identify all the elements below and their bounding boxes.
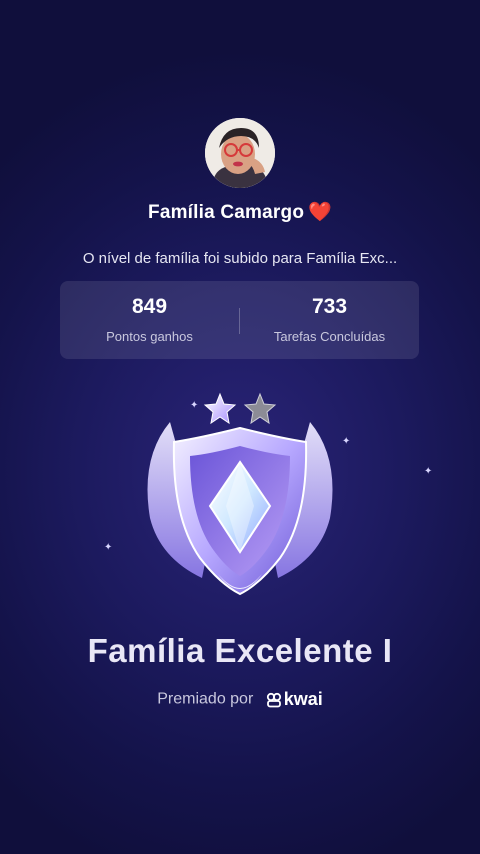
avatar[interactable] bbox=[205, 118, 275, 188]
kwai-brand-text: kwai bbox=[283, 689, 323, 709]
family-name: Família Camargo ❤️ bbox=[0, 200, 480, 224]
stat-points-label: Pontos ganhos bbox=[106, 329, 193, 344]
level-up-message: O nível de família foi subido para Famíl… bbox=[82, 250, 398, 267]
stats-card: 849 Pontos ganhos 733 Tarefas Concluídas bbox=[60, 281, 419, 359]
stat-tasks-value: 733 bbox=[311, 295, 348, 318]
stat-points-value: 849 bbox=[131, 295, 168, 318]
star-empty-icon bbox=[243, 392, 277, 425]
family-name-text: Família Camargo bbox=[148, 202, 305, 223]
avatar-photo bbox=[205, 118, 275, 188]
star-filled-icon bbox=[203, 392, 237, 425]
sparkle-icon: ✦ bbox=[424, 466, 433, 477]
heart-icon: ❤️ bbox=[308, 202, 332, 223]
stat-points: 849 Pontos ganhos bbox=[60, 281, 239, 359]
badge-title: Família Excelente I bbox=[87, 632, 393, 669]
stat-tasks-label: Tarefas Concluídas bbox=[273, 329, 386, 344]
shield-crystal-icon bbox=[147, 392, 333, 596]
awarded-by: Premiado por kwai bbox=[0, 689, 480, 710]
achievement-screen: Família Camargo ❤️ O nível de família foi… bbox=[0, 0, 480, 854]
kwai-logo-icon bbox=[266, 692, 281, 707]
family-level-badge bbox=[130, 388, 350, 608]
sparkle-icon: ✦ bbox=[104, 542, 113, 553]
stat-tasks: 733 Tarefas Concluídas bbox=[240, 281, 419, 359]
awarded-by-text: Premiado por bbox=[157, 690, 254, 708]
kwai-logo: kwai bbox=[266, 689, 323, 710]
